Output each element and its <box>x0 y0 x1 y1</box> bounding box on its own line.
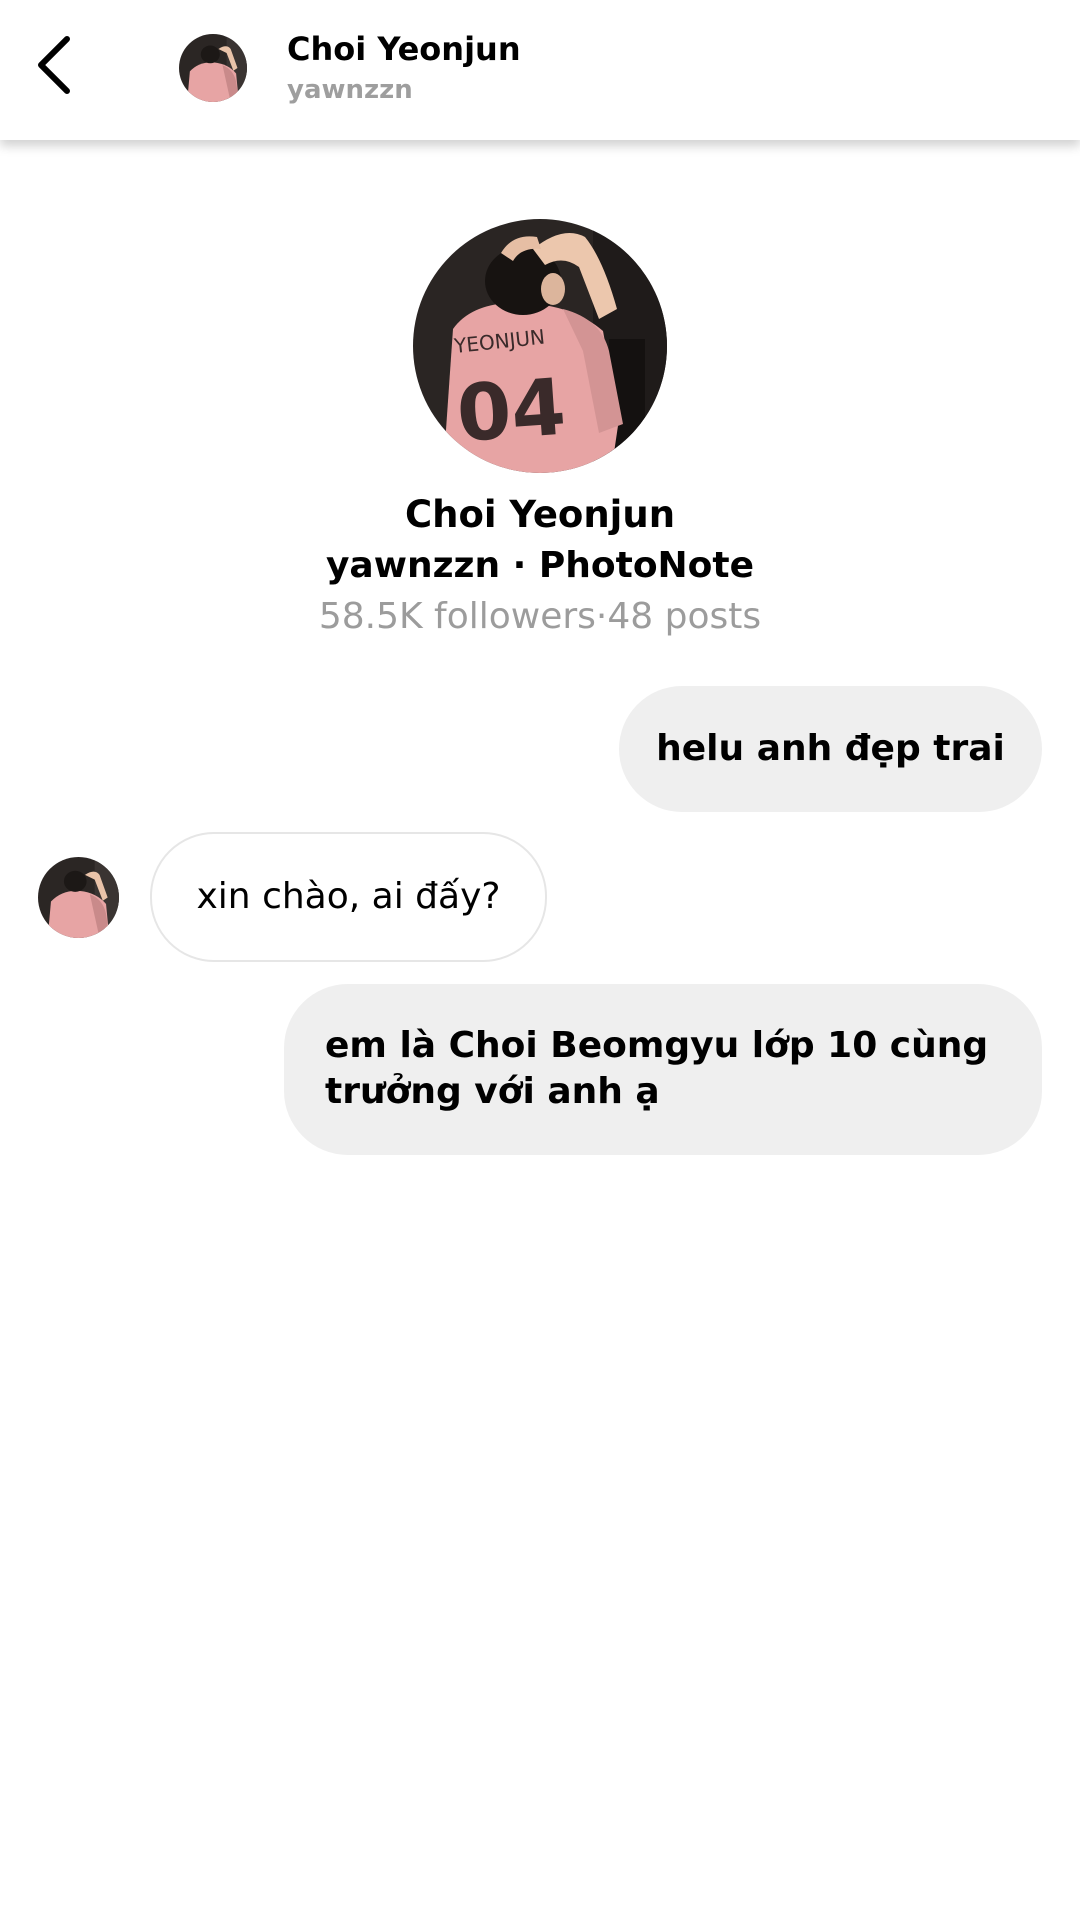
profile-display-name: Choi Yeonjun <box>404 493 676 536</box>
header-avatar[interactable] <box>179 34 247 102</box>
profile-stats: 58.5K followers·48 posts <box>318 596 762 637</box>
message-avatar[interactable] <box>38 857 119 938</box>
avatar-photo <box>179 34 247 102</box>
profile-avatar[interactable]: YEONJUN 04 <box>413 219 667 473</box>
header-username: yawnzzn <box>287 75 413 105</box>
message-bubble-received[interactable]: xin chào, ai đấy? <box>150 832 547 962</box>
jersey-number: 04 <box>454 363 569 460</box>
chevron-left-icon <box>38 36 70 94</box>
message-text: em là Choi Beomgyu lớp 10 cùng trưởng vớ… <box>325 1025 989 1112</box>
message-bubble-sent[interactable]: em là Choi Beomgyu lớp 10 cùng trưởng vớ… <box>284 984 1042 1155</box>
back-button[interactable] <box>20 30 90 100</box>
header-display-name[interactable]: Choi Yeonjun <box>287 30 521 68</box>
message-bubble-sent[interactable]: helu anh đẹp trai <box>619 686 1042 812</box>
profile-username-line: yawnzzn · PhotoNote <box>325 545 755 586</box>
message-text: xin chào, ai đấy? <box>196 876 501 917</box>
profile-photo: YEONJUN 04 <box>413 219 667 473</box>
message-text: helu anh đẹp trai <box>656 728 1005 769</box>
chat-header: Choi Yeonjun yawnzzn <box>0 0 1080 140</box>
avatar-photo <box>38 857 119 938</box>
